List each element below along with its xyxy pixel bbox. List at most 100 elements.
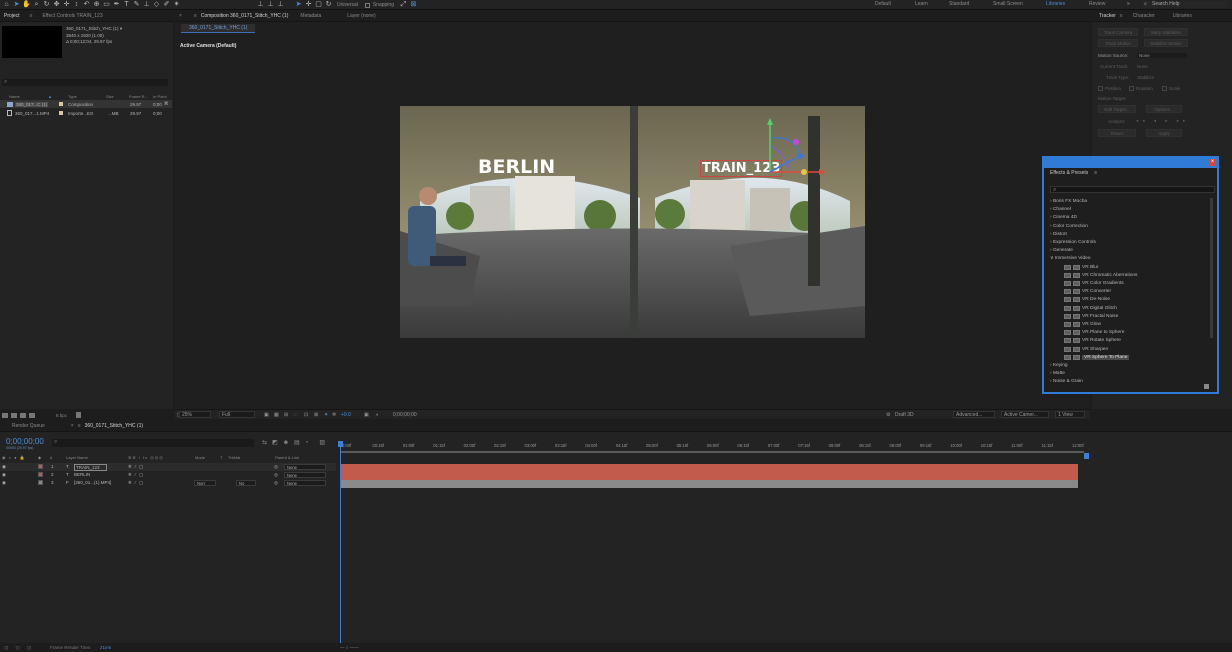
layer-switches[interactable]: ✲ ⁄ ▢ [128,472,144,478]
panel-close-icon[interactable]: × [179,13,182,19]
type-tool-icon[interactable]: T [122,1,131,9]
motion-blur-icon[interactable]: ◔ [305,440,309,446]
rotate-tool-icon[interactable]: ↻ [42,1,51,9]
chevron-down-icon[interactable]: ▾ [120,26,122,31]
frame-blending-icon[interactable]: ▤ [294,439,300,446]
zoom-dropdown[interactable]: 25% [179,411,211,418]
effect-category[interactable]: › Noise & Grain [1050,379,1083,384]
snapshot-icon[interactable]: ▣ [364,412,369,418]
3d-ground-plane-icon[interactable]: ⊡ [304,412,308,418]
draft-3d-icon[interactable]: ◩ [272,439,278,446]
3d-transform-gizmo[interactable] [760,116,830,186]
resolution-dropdown[interactable]: Full [219,411,255,418]
visibility-eye-icon[interactable]: ◉ [2,480,6,486]
pan-camera-icon[interactable]: ✛ [62,1,71,9]
parent-pickwhip-icon[interactable]: ◎ [274,472,278,478]
effect-category[interactable]: › Distort [1050,232,1067,237]
universal-scale-icon[interactable]: ▢ [314,1,323,9]
effect-category[interactable]: › Boris FX Mocha [1050,199,1087,204]
tab-character[interactable]: Character [1133,13,1155,19]
work-area-bar[interactable] [340,451,1084,453]
layer-name[interactable]: BERLIN [74,472,90,477]
exposure-reset-icon[interactable]: ✲ [332,412,336,418]
composition-viewer-frame[interactable]: BERLIN TRAIN_123 [400,106,865,338]
track-motion-button[interactable]: Track Motion [1098,39,1138,47]
flowchart-icon[interactable]: ⌘ [164,101,169,107]
selection-tool-icon[interactable]: ➤ [12,1,21,9]
project-item-comp[interactable]: 360_017...C (1) Composition 29.97 0;00 ⌘ [0,100,172,108]
region-of-interest-icon[interactable]: ▣ [264,412,269,418]
show-snapshot-icon[interactable]: ◐ [376,412,379,418]
layer-duration-bar[interactable] [341,480,1078,489]
composition-subtab[interactable]: 360_0171_Stitch_YHC (1) [181,24,256,33]
interpret-footage-icon[interactable] [2,412,8,418]
timeline-timecode[interactable]: 0;00;00;00 [6,437,44,446]
comp-flowchart-icon[interactable]: ⇆ [262,439,267,446]
track-camera-button[interactable]: Track Camera [1098,28,1138,36]
effect-category[interactable]: › Generate [1050,248,1073,253]
motion-source-dropdown[interactable]: None [1137,53,1187,58]
col-layer-name[interactable]: Layer Name [66,455,88,460]
new-bin-icon[interactable] [1204,384,1209,389]
tab-render-queue[interactable]: Render Queue [12,423,45,429]
workspace-libraries[interactable]: Libraries [1046,1,1065,7]
workspace-standard[interactable]: Standard [949,1,969,7]
parent-pickwhip-icon[interactable]: ◎ [274,464,278,470]
axis-world-icon[interactable]: ⊥ [266,1,275,9]
warp-stabilizer-button[interactable]: Warp Stabilizer [1144,28,1188,36]
layer-parent-dropdown[interactable]: None [284,480,326,487]
layer-row[interactable]: ◉ 1 T TRAIN_123 ✲ ⁄ ▢ ◎ None [0,463,336,471]
brush-tool-icon[interactable]: ✎ [132,1,141,9]
zoom-slider[interactable]: — ○ —— [340,645,359,650]
tab-libraries[interactable]: Libraries [1173,13,1192,19]
effect-item[interactable]: VR Color Gradients [1064,280,1124,287]
work-area-end[interactable] [1084,453,1089,459]
workspace-review[interactable]: Review [1089,1,1105,7]
col-in-point[interactable]: In Point [153,94,167,99]
snap-options-icon[interactable]: ⤢ [399,1,408,9]
trash-icon[interactable] [76,412,82,418]
footer-toggle-icons[interactable]: ◫ ◫ ◫ [4,645,34,651]
tab-tracker[interactable]: Tracker [1099,13,1116,19]
rectangle-tool-icon[interactable]: ▭ [102,1,111,9]
mask-visibility-icon[interactable]: ◌ [294,412,297,418]
effect-item[interactable]: VR Glow [1064,321,1101,328]
overlay-text-berlin[interactable]: BERLIN [478,156,555,178]
dolly-camera-icon[interactable]: ↕ [72,1,81,9]
analyze-controls-icon[interactable]: ◂◂ ◂ ▸ ▸▸ [1136,118,1189,124]
axis-local-icon[interactable]: ⊥ [256,1,265,9]
col-name[interactable]: Name [9,94,20,99]
scale-checkbox[interactable] [1162,86,1167,91]
hand-tool-icon[interactable]: ✋ [22,1,31,9]
panel-menu-icon[interactable]: ≡ [1120,13,1123,19]
workspace-overflow-icon[interactable]: » [1127,1,1130,7]
sort-icon[interactable]: ▲ [48,94,52,99]
camera-view-dropdown[interactable]: Active Camer... [1001,411,1049,418]
effect-item[interactable]: VR Chromatic Aberrations [1064,272,1137,279]
effect-category[interactable]: › Channel [1050,207,1071,212]
effect-item[interactable]: VR Sharpen [1064,346,1108,353]
shy-layers-icon[interactable]: ☻ [283,440,289,446]
effect-category[interactable]: › Cinema 4D [1050,215,1077,220]
layer-switches[interactable]: ✲ ⁄ ▢ [128,464,144,470]
visibility-eye-icon[interactable]: ◉ [2,464,6,470]
tab-timeline-comp[interactable]: 360_0171_Stitch_YHC (1) [85,423,143,429]
anchor-tool-icon[interactable]: ⊕ [92,1,101,9]
visibility-eye-icon[interactable]: ◉ [2,472,6,478]
options-button[interactable]: Options... [1146,105,1182,113]
col-size[interactable]: Size [106,94,114,99]
panel-close-icon[interactable]: × [71,423,74,429]
zoom-tool-icon[interactable]: ⌕ [32,1,41,9]
edit-target-button[interactable]: Edit Target... [1098,105,1136,113]
effect-item[interactable]: VR Rotate Sphere [1064,337,1121,344]
layer-parent-dropdown[interactable]: None [284,472,326,479]
label-color-swatch[interactable] [59,102,63,106]
layer-label-color[interactable] [38,472,43,478]
transparency-grid-icon[interactable]: ▦ [274,412,279,418]
universal-move-icon[interactable]: ✛ [304,1,313,9]
exposure-value[interactable]: +0.0 [341,412,351,418]
layer-switches[interactable]: ✲ ⁄ ▢ [128,480,144,486]
effect-item[interactable]: VR Sphere To Plane [1064,354,1130,361]
current-track-dropdown[interactable]: None [1137,64,1148,69]
effects-search-input[interactable]: ⌕ [1050,186,1215,193]
